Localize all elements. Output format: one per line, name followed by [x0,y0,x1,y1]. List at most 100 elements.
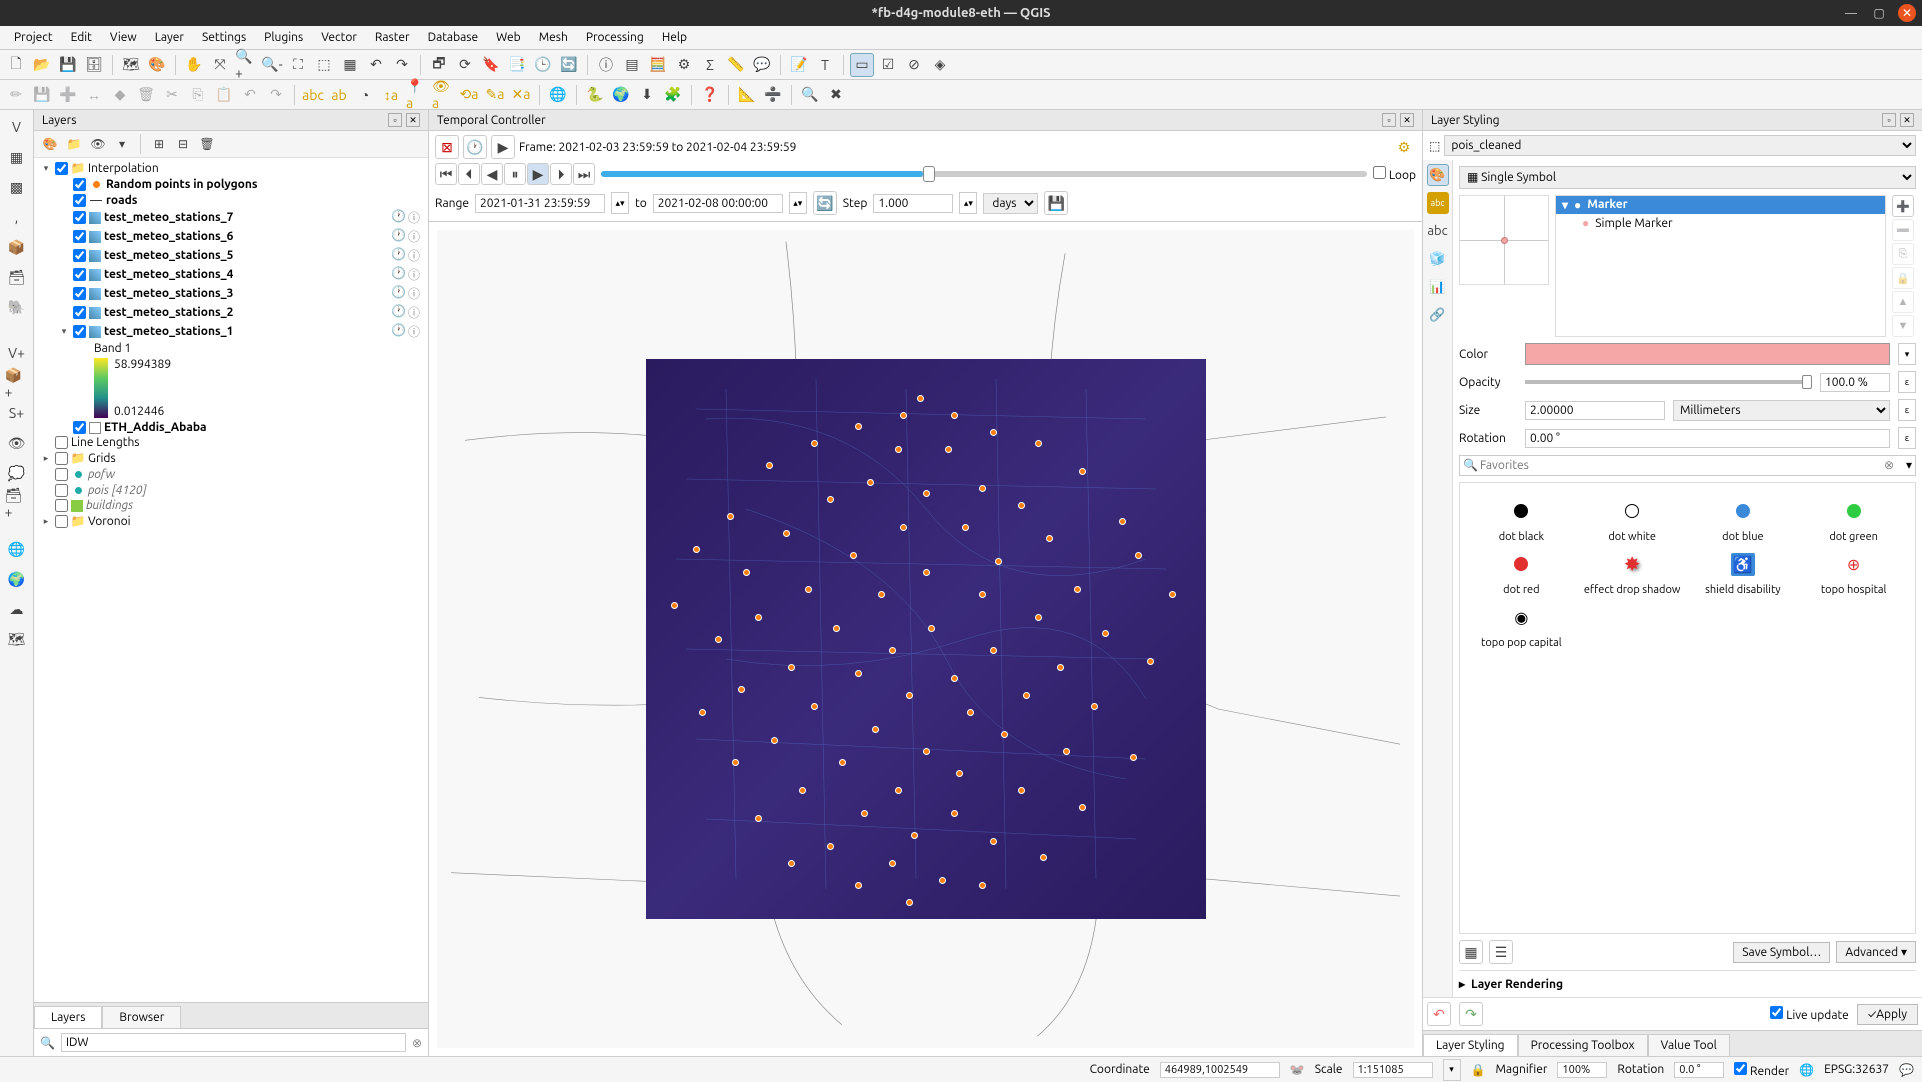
menu-layer[interactable]: Layer [147,29,192,46]
save-as-icon[interactable]: 🗄 [82,53,106,77]
add-wfs-icon[interactable]: 🌍 [4,566,30,592]
add-csv-icon[interactable]: , [4,204,30,230]
open-project-icon[interactable]: 📂 [30,53,54,77]
size-expr-icon[interactable]: ε [1898,399,1916,421]
field-calc-icon[interactable]: 🧮 [646,53,670,77]
layer-rendering-expand-icon[interactable]: ▸ [1459,977,1465,991]
raster-calc-icon[interactable]: ➗ [761,83,785,107]
symbol-mode-select[interactable]: ▦ Single Symbol [1459,166,1916,189]
delete-icon[interactable]: 🗑 [134,83,158,107]
redo-style-icon[interactable]: ↷ [1459,1002,1483,1026]
3d-tab-icon[interactable]: 🧊 [1427,248,1449,270]
paste-icon[interactable]: 📋 [212,83,236,107]
measure-icon[interactable]: 📏 [724,53,748,77]
globe-icon[interactable]: 🌐 [546,83,570,107]
undo-style-icon[interactable]: ↶ [1427,1002,1451,1026]
node-tool-icon[interactable]: ◆ [108,83,132,107]
extents-icon[interactable]: 🐭 [1290,1063,1305,1077]
rotation-expr-icon[interactable]: ε [1898,427,1916,449]
play-back-icon[interactable]: ◀ [481,163,503,185]
favorite-effect-drop-shadow[interactable]: ✸effect drop shadow [1579,554,1686,597]
menu-database[interactable]: Database [420,29,487,46]
temporal-slider[interactable] [601,171,1367,177]
add-wms-icon[interactable]: 🌐 [4,536,30,562]
range-from-input[interactable] [475,194,605,213]
layer-item[interactable]: —roads [38,192,424,208]
identify-icon[interactable]: ⓘ [594,53,618,77]
pan-icon[interactable]: ✋ [182,53,206,77]
add-postgis-icon[interactable]: 🐘 [4,294,30,320]
layer-group[interactable]: ▾📁Interpolation [38,160,424,176]
georef-icon[interactable]: 📐 [735,83,759,107]
zoom-layer-icon[interactable]: ▦ [338,53,362,77]
clear-icon[interactable]: ✖ [824,83,848,107]
new-project-icon[interactable]: 🗋 [4,53,28,77]
lock-symbol-layer-icon[interactable]: 🔒 [1892,267,1914,289]
layer-item[interactable]: Random points in polygons [38,176,424,192]
label-rotate-icon[interactable]: ⟲a [457,83,481,107]
cut-icon[interactable]: ✂ [160,83,184,107]
diagram-icon[interactable]: ◔ [353,83,377,107]
remove-layer-icon[interactable]: 🗑 [197,134,217,154]
history-tab-icon[interactable]: 🔗 [1427,304,1449,326]
tab-processing-toolbox[interactable]: Processing Toolbox [1518,1034,1648,1056]
add-wcs-icon[interactable]: ☁ [4,596,30,622]
apply-button[interactable]: ✓Apply [1857,1004,1918,1025]
panel-undock-icon[interactable]: ▫ [388,113,402,127]
pause-icon[interactable]: ⏸ [504,163,526,185]
label-icon[interactable]: abc [301,83,325,107]
opacity-slider[interactable] [1525,380,1812,384]
zoom-out-icon[interactable]: 🔍- [260,53,284,77]
label-hide-icon[interactable]: ✕a [509,83,533,107]
magnifier-input[interactable] [1557,1062,1607,1078]
masks-tab-icon[interactable]: abc [1427,220,1449,242]
label-move-icon[interactable]: ↕a [379,83,403,107]
add-mesh-icon[interactable]: ▩ [4,174,30,200]
osm-icon[interactable]: ⬇ [635,83,659,107]
menu-view[interactable]: View [102,29,145,46]
opacity-expr-icon[interactable]: ε [1898,371,1916,393]
add-group-icon[interactable]: 📁 [64,134,84,154]
clear-search-icon[interactable]: ⊗ [412,1036,422,1050]
refresh2-icon[interactable]: 🔄 [557,53,581,77]
live-update-checkbox[interactable] [1770,1006,1783,1019]
step-unit-select[interactable]: days [983,193,1038,214]
plugin-icon[interactable]: 🧩 [661,83,685,107]
add-symbol-layer-icon[interactable]: ➕ [1892,195,1914,217]
temporal-settings-icon[interactable]: ⚙ [1392,135,1416,159]
close-button[interactable]: ✕ [1898,4,1916,22]
duplicate-symbol-layer-icon[interactable]: ⎘ [1892,243,1914,265]
save-project-icon[interactable]: 💾 [56,53,80,77]
new-vector-icon[interactable]: V+ [4,340,30,366]
pan-selection-icon[interactable]: ⤧ [208,53,232,77]
step-spin[interactable]: ▴▾ [959,192,977,214]
minimize-button[interactable]: — [1842,4,1860,22]
panel-close-icon[interactable]: ✕ [406,113,420,127]
symbology-tab-icon[interactable]: 🎨 [1427,164,1449,186]
menu-web[interactable]: Web [488,29,529,46]
deselect-icon[interactable]: ⊘ [902,53,926,77]
loop-checkbox[interactable] [1373,166,1386,179]
stats-icon[interactable]: Σ [698,53,722,77]
opacity-input[interactable] [1820,373,1890,392]
redo-icon[interactable]: ↷ [264,83,288,107]
bookmark-icon[interactable]: 🔖 [479,53,503,77]
layer-item[interactable]: test_meteo_stations_7🕐ⓘ [38,208,424,227]
scale-input[interactable] [1353,1062,1433,1078]
rotation-input[interactable] [1525,429,1890,448]
coord-input[interactable] [1160,1062,1280,1078]
temporal-icon[interactable]: 🕒 [531,53,555,77]
layer-item[interactable]: pofw [38,466,424,482]
select-features-icon[interactable]: ▭ [850,53,874,77]
messages-icon[interactable]: 💬 [1899,1063,1914,1077]
layer-item[interactable]: test_meteo_stations_5🕐ⓘ [38,246,424,265]
zoom-next-icon[interactable]: ↷ [390,53,414,77]
play-icon[interactable]: ▶ [527,163,549,185]
scale-menu[interactable]: ▾ [1443,1059,1461,1081]
layer-item[interactable]: ETH_Addis_Ababa [38,420,424,435]
zoom-last-icon[interactable]: ↶ [364,53,388,77]
symbol-favorites-grid[interactable]: dot blackdot whitedot bluedot greendot r… [1459,482,1916,934]
label-show-icon[interactable]: 👁a [431,83,455,107]
temporal-undock-icon[interactable]: ▫ [1382,113,1396,127]
label-pin-icon[interactable]: 📍a [405,83,429,107]
